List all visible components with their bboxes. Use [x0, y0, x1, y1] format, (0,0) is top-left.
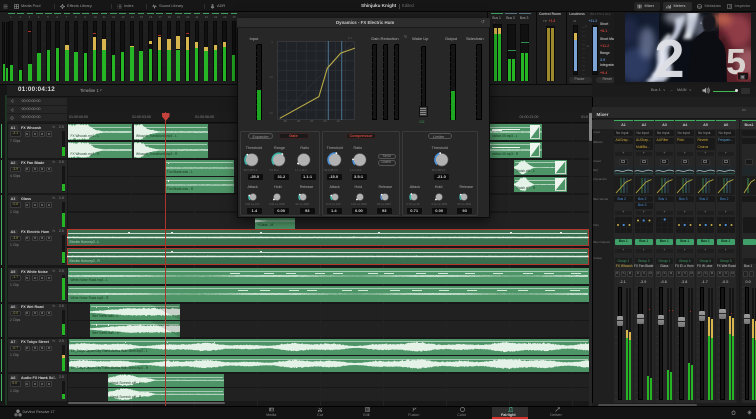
svg-text:▣: ▣ — [740, 75, 746, 81]
svg-text:2: 2 — [655, 29, 685, 82]
